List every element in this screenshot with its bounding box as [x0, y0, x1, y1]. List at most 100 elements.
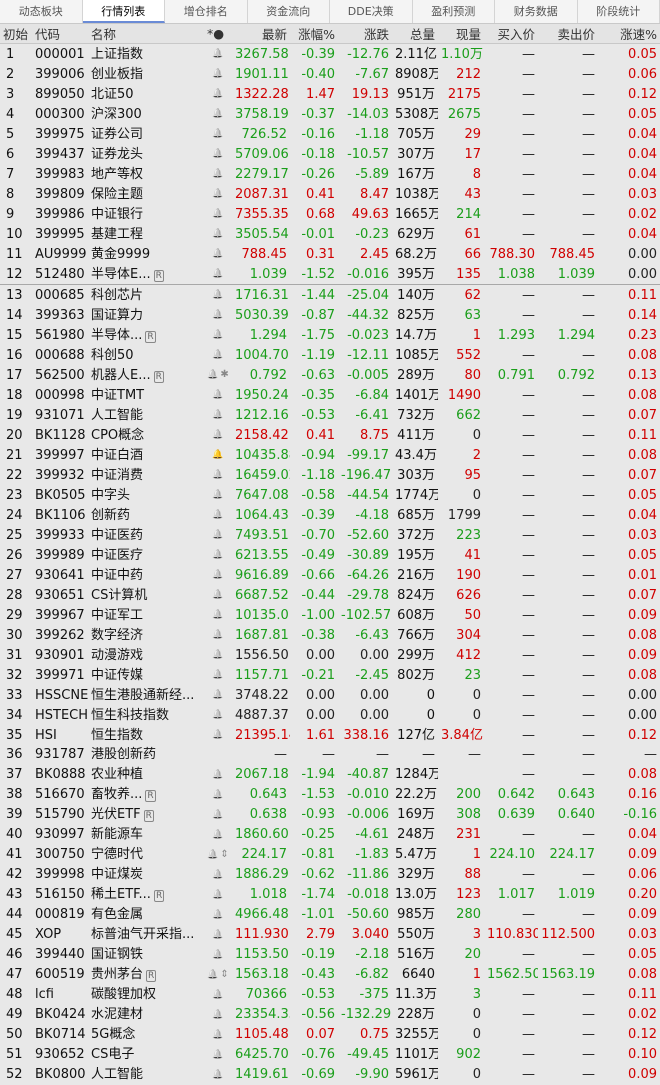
col-header-last[interactable]: 最新	[232, 24, 290, 44]
tab-3[interactable]: 资金流向	[248, 0, 331, 23]
table-row[interactable]: 16000688科创50🔔1004.70-1.19-12.111085万552—…	[0, 345, 660, 365]
table-row[interactable]: 32399971中证传媒🔔1157.71-0.21-2.45802万23——0.…	[0, 665, 660, 685]
table-row[interactable]: 24BK1106创新药🔔1064.43-0.39-4.18685万1799——0…	[0, 505, 660, 525]
table-row[interactable]: 41300750宁德时代🔔⇕224.17-0.81-1.835.47万1224.…	[0, 845, 660, 865]
alert-bell-icon[interactable]: 🔔	[212, 450, 223, 460]
table-row[interactable]: 21399997中证白酒🔔10435.88-0.94-99.1743.4万2——…	[0, 445, 660, 465]
alert-bell-icon[interactable]: 🔔	[212, 410, 223, 420]
col-header-code[interactable]: 代码	[32, 24, 88, 44]
alert-bell-icon[interactable]: 🔔	[212, 209, 223, 219]
alert-bell-icon[interactable]: 🔔	[212, 1010, 223, 1020]
table-row[interactable]: 49BK0424水泥建材🔔23354.35-0.56-132.29228万0——…	[0, 1005, 660, 1025]
alert-bell-icon[interactable]: 🔔	[212, 269, 223, 279]
table-row[interactable]: 18000998中证TMT🔔1950.24-0.35-6.841401万1490…	[0, 385, 660, 405]
table-row[interactable]: 19931071人工智能🔔1212.16-0.53-6.41732万662——0…	[0, 405, 660, 425]
table-row[interactable]: 11AU9999黄金9999🔔788.450.312.4568.2万66788.…	[0, 244, 660, 264]
table-row[interactable]: 44000819有色金属🔔4966.48-1.01-50.60985万280——…	[0, 905, 660, 925]
table-row[interactable]: 35HSI恒生指数🔔21395.141.61338.16127亿3.84亿——0…	[0, 725, 660, 745]
tab-0[interactable]: 动态板块	[0, 0, 83, 23]
alert-bell-icon[interactable]: 🔔	[212, 710, 223, 720]
table-row[interactable]: 25399933中证医药🔔7493.51-0.70-52.60372万223——…	[0, 525, 660, 545]
table-row[interactable]: 37BK0888农业种植🔔2067.18-1.94-40.871284万——0.…	[0, 765, 660, 785]
table-row[interactable]: 22399932中证消费🔔16459.02-1.18-196.47303万95—…	[0, 465, 660, 485]
alert-bell-icon[interactable]: 🔔	[212, 730, 223, 740]
table-row[interactable]: 5399975证券公司🔔726.52-0.16-1.18705万29——0.04	[0, 124, 660, 144]
table-row[interactable]: 9399986中证银行🔔7355.350.6849.631665万214——0.…	[0, 204, 660, 224]
alert-bell-icon[interactable]: 🔔	[212, 690, 223, 700]
table-row[interactable]: 30399262数字经济🔔1687.81-0.38-6.43766万304——0…	[0, 625, 660, 645]
col-header-chg[interactable]: 涨跌	[338, 24, 392, 44]
table-row[interactable]: 40930997新能源车🔔1860.60-0.25-4.61248万231——0…	[0, 825, 660, 845]
col-header-pct[interactable]: 涨幅%	[290, 24, 338, 44]
table-row[interactable]: 34HSTECH恒生科技指数🔔4887.370.000.0000——0.00	[0, 705, 660, 725]
col-header-bid[interactable]: 买入价	[484, 24, 538, 44]
alert-bell-icon[interactable]: 🔔	[212, 109, 223, 119]
alert-bell-icon[interactable]: 🔔	[212, 249, 223, 259]
table-row[interactable]: 26399989中证医疗🔔6213.55-0.49-30.89195万41——0…	[0, 545, 660, 565]
col-header-volume[interactable]: 总量	[392, 24, 438, 44]
table-row[interactable]: 8399809保险主题🔔2087.310.418.471038万43——0.03	[0, 184, 660, 204]
col-header-current-volume[interactable]: 现量	[438, 24, 484, 44]
alert-bell-icon[interactable]: 🔔	[212, 49, 223, 59]
alert-bell-icon[interactable]: 🔔	[212, 330, 223, 340]
table-row[interactable]: 51930652CS电子🔔6425.70-0.76-49.451101万902—…	[0, 1045, 660, 1065]
col-header-index[interactable]: 初始	[0, 24, 32, 44]
alert-bell-icon[interactable]: 🔔	[212, 590, 223, 600]
table-row[interactable]: 17562500机器人E...R🔔✱0.792-0.63-0.005289万80…	[0, 365, 660, 385]
alert-bell-icon[interactable]: 🔔	[207, 850, 218, 860]
alert-bell-icon[interactable]: 🔔	[212, 770, 223, 780]
table-row[interactable]: 46399440国证钢铁🔔1153.50-0.19-2.18516万20——0.…	[0, 945, 660, 965]
alert-bell-icon[interactable]: 🔔	[212, 290, 223, 300]
table-row[interactable]: 14399363国证算力🔔5030.39-0.87-44.32825万63——0…	[0, 305, 660, 325]
col-header-speed[interactable]: 涨速%	[598, 24, 660, 44]
alert-bell-icon[interactable]: 🔔	[212, 870, 223, 880]
table-row[interactable]: 29399967中证军工🔔10135.01-1.00-102.57608万50—…	[0, 605, 660, 625]
alert-bell-icon[interactable]: 🔔	[212, 550, 223, 560]
alert-bell-icon[interactable]: 🔔	[212, 470, 223, 480]
tab-7[interactable]: 阶段统计	[578, 0, 660, 23]
alert-bell-icon[interactable]: 🔔	[212, 1050, 223, 1060]
alert-bell-icon[interactable]: 🔔	[212, 430, 223, 440]
alert-bell-icon[interactable]: 🔔	[212, 350, 223, 360]
table-row[interactable]: 31930901动漫游戏🔔1556.500.000.00299万412——0.0…	[0, 645, 660, 665]
alert-bell-icon[interactable]: 🔔	[212, 229, 223, 239]
alert-bell-icon[interactable]: 🔔	[212, 490, 223, 500]
alert-bell-icon[interactable]: 🔔	[212, 89, 223, 99]
alert-bell-icon[interactable]: 🔔	[207, 970, 218, 980]
table-row[interactable]: 2399006创业板指🔔1901.11-0.40-7.678908万212——0…	[0, 64, 660, 84]
alert-bell-icon[interactable]: 🔔	[212, 149, 223, 159]
alert-bell-icon[interactable]: 🔔	[212, 990, 223, 1000]
table-row[interactable]: 52BK0800人工智能🔔1419.61-0.69-9.905961万0——0.…	[0, 1065, 660, 1085]
alert-bell-icon[interactable]: 🔔	[212, 670, 223, 680]
col-header-marks[interactable]: *●	[204, 24, 232, 44]
table-row[interactable]: 3899050北证50🔔1322.281.4719.13951万2175——0.…	[0, 84, 660, 104]
alert-bell-icon[interactable]: 🔔	[212, 830, 223, 840]
tab-4[interactable]: DDE决策	[330, 0, 413, 23]
alert-bell-icon[interactable]: 🔔	[212, 890, 223, 900]
alert-bell-icon[interactable]: 🔔	[212, 790, 223, 800]
table-row[interactable]: 15561980半导体...R🔔1.294-1.75-0.02314.7万11.…	[0, 325, 660, 345]
alert-bell-icon[interactable]: 🔔	[212, 169, 223, 179]
tab-5[interactable]: 盈利预测	[413, 0, 496, 23]
table-row[interactable]: 36931787港股创新药————————	[0, 745, 660, 765]
table-row[interactable]: 33HSSCNE恒生港股通新经...🔔3748.220.000.0000——0.…	[0, 685, 660, 705]
alert-bell-icon[interactable]: 🔔	[212, 810, 223, 820]
alert-bell-icon[interactable]: 🔔	[212, 69, 223, 79]
alert-bell-icon[interactable]: 🔔	[212, 530, 223, 540]
table-row[interactable]: 47600519贵州茅台R🔔⇕1563.18-0.43-6.8266401156…	[0, 965, 660, 985]
table-row[interactable]: 6399437证券龙头🔔5709.06-0.18-10.57307万17——0.…	[0, 144, 660, 164]
alert-bell-icon[interactable]: 🔔	[212, 930, 223, 940]
table-row[interactable]: 28930651CS计算机🔔6687.52-0.44-29.78824万626—…	[0, 585, 660, 605]
alert-bell-icon[interactable]: 🔔	[212, 630, 223, 640]
table-row[interactable]: 7399983地产等权🔔2279.17-0.26-5.89167万8——0.04	[0, 164, 660, 184]
alert-bell-icon[interactable]: 🔔	[212, 570, 223, 580]
tab-6[interactable]: 财务数据	[495, 0, 578, 23]
table-row[interactable]: 43516150稀土ETF...R🔔1.018-1.74-0.01813.0万1…	[0, 885, 660, 905]
table-row[interactable]: 10399995基建工程🔔3505.54-0.01-0.23629万61——0.…	[0, 224, 660, 244]
tab-1[interactable]: 行情列表	[83, 0, 166, 23]
alert-bell-icon[interactable]: 🔔	[212, 910, 223, 920]
table-row[interactable]: 1000001上证指数🔔3267.58-0.39-12.762.11亿1.10万…	[0, 44, 660, 65]
table-row[interactable]: 50BK07145G概念🔔1105.480.070.753255万0——0.12	[0, 1025, 660, 1045]
table-row[interactable]: 39515790光伏ETFR🔔0.638-0.93-0.006169万3080.…	[0, 805, 660, 825]
alert-bell-icon[interactable]: 🔔	[212, 1070, 223, 1080]
